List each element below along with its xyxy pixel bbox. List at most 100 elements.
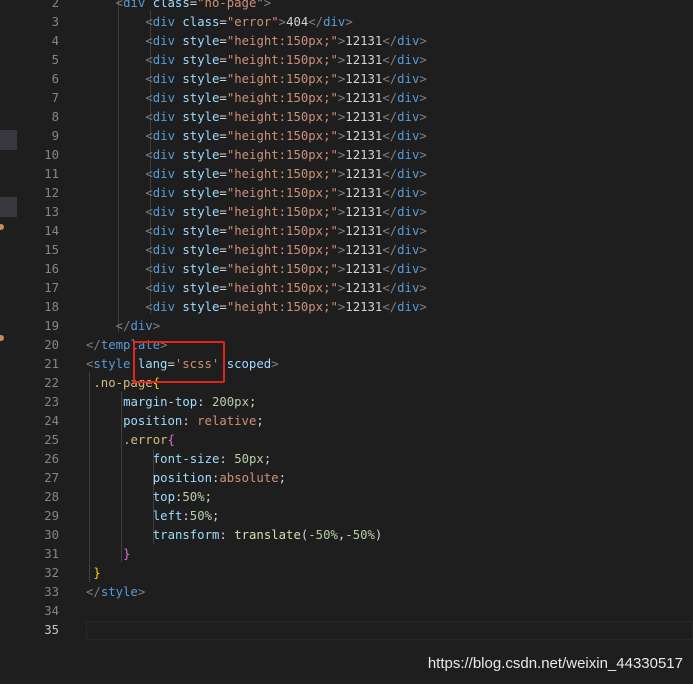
code-token: div	[397, 262, 420, 276]
code-token: >	[419, 243, 427, 257]
code-line[interactable]: 9 <div style="height:150px;">12131</div>	[17, 127, 693, 146]
code-token: style	[182, 34, 220, 48]
line-number: 29	[44, 509, 59, 523]
line-number: 34	[44, 604, 59, 618]
code-editor[interactable]: 2 <div class="no-page"> 3 <div class="error…	[17, 0, 693, 684]
code-token: -50%	[345, 528, 375, 542]
code-text: }	[123, 545, 130, 564]
code-token: div	[397, 72, 420, 86]
code-token: div	[152, 205, 175, 219]
code-token: style	[182, 281, 220, 295]
gutter-change-dot	[0, 224, 4, 230]
code-line[interactable]: 30 transform: translate(-50%,-50%)	[17, 526, 693, 545]
code-text: <div style="height:150px;">12131</div>	[145, 70, 426, 89]
code-token: </	[382, 300, 398, 314]
code-token: </	[382, 53, 398, 67]
code-token: ;	[278, 471, 287, 485]
code-line[interactable]: 29 left:50%;	[17, 507, 693, 526]
code-text: <div style="height:150px;">12131</div>	[145, 108, 426, 127]
code-token: <	[145, 243, 153, 257]
line-number: 28	[44, 490, 59, 504]
code-token: 12131	[345, 224, 383, 238]
code-line[interactable]: 32}	[17, 564, 693, 583]
code-token: "height:150px;"	[226, 91, 338, 105]
code-token: style	[93, 357, 131, 371]
code-line[interactable]: 28 top:50%;	[17, 488, 693, 507]
code-line[interactable]: 18 <div style="height:150px;">12131</div>	[17, 298, 693, 317]
code-line[interactable]: 5 <div style="height:150px;">12131</div>	[17, 51, 693, 70]
code-line[interactable]: 35	[17, 621, 693, 640]
code-line[interactable]: 3 <div class="error">404</div>	[17, 13, 693, 32]
code-token: style	[182, 167, 220, 181]
code-line[interactable]: 22 .no-page{	[17, 374, 693, 393]
gutter-selected-marker	[0, 197, 17, 217]
code-token: </	[382, 281, 398, 295]
code-token: =	[219, 34, 227, 48]
line-number: 30	[44, 528, 59, 542]
code-text: left:50%;	[153, 507, 220, 526]
code-line[interactable]: 26 font-size: 50px;	[17, 450, 693, 469]
code-token: "height:150px;"	[226, 34, 338, 48]
code-line[interactable]: 23 margin-top: 200px;	[17, 393, 693, 412]
code-token: =	[219, 148, 227, 162]
code-token: "height:150px;"	[226, 72, 338, 86]
code-token: "height:150px;"	[226, 224, 338, 238]
code-line[interactable]: 17 <div style="height:150px;">12131</div>	[17, 279, 693, 298]
code-line[interactable]: 6 <div style="height:150px;">12131</div>	[17, 70, 693, 89]
code-token: 12131	[345, 148, 383, 162]
code-token: "height:150px;"	[226, 53, 338, 67]
code-token: <	[145, 53, 153, 67]
code-token: 12131	[345, 91, 383, 105]
code-token: <	[145, 15, 153, 29]
code-token: )	[374, 528, 383, 542]
code-line[interactable]: 25 .error{	[17, 431, 693, 450]
code-line[interactable]: 33 </style>	[17, 583, 693, 602]
code-token: >	[419, 300, 427, 314]
code-line[interactable]: 4 <div style="height:150px;">12131</div>	[17, 32, 693, 51]
code-token: "error"	[226, 15, 279, 29]
code-token: >	[271, 357, 279, 371]
code-token: </	[382, 205, 398, 219]
code-line[interactable]: 13 <div style="height:150px;">12131</div>	[17, 203, 693, 222]
code-token: :	[182, 509, 190, 523]
line-number: 20	[44, 338, 59, 352]
code-line[interactable]: 20 </template>	[17, 336, 693, 355]
code-token: =	[219, 110, 227, 124]
code-line[interactable]: 12 <div style="height:150px;">12131</div>	[17, 184, 693, 203]
code-line[interactable]: 27 position:absolute;	[17, 469, 693, 488]
code-line[interactable]: 2 <div class="no-page">	[17, 0, 693, 13]
code-text: <div style="height:150px;">12131</div>	[145, 184, 426, 203]
code-line[interactable]: 19 </div>	[17, 317, 693, 336]
code-token: 12131	[345, 262, 383, 276]
code-line[interactable]: 8 <div style="height:150px;">12131</div>	[17, 108, 693, 127]
code-token: >	[137, 585, 146, 599]
code-token: >	[419, 110, 427, 124]
code-line[interactable]: 14 <div style="height:150px;">12131</div>	[17, 222, 693, 241]
code-line[interactable]: 11 <div style="height:150px;">12131</div>	[17, 165, 693, 184]
code-line[interactable]: 15 <div style="height:150px;">12131</div>	[17, 241, 693, 260]
code-line[interactable]: 24 position: relative;	[17, 412, 693, 431]
code-token: =	[219, 53, 227, 67]
line-number: 32	[44, 566, 59, 580]
code-token: div	[152, 53, 175, 67]
code-token: </	[382, 243, 398, 257]
code-line[interactable]: 31}	[17, 545, 693, 564]
line-number: 3	[51, 15, 59, 29]
code-token: div	[152, 91, 175, 105]
code-token: >	[419, 91, 427, 105]
code-line[interactable]: 7 <div style="height:150px;">12131</div>	[17, 89, 693, 108]
code-token: "height:150px;"	[226, 300, 338, 314]
code-token: 50%	[182, 490, 205, 504]
code-token: div	[152, 167, 175, 181]
code-token: div	[397, 167, 420, 181]
code-text: <div style="height:150px;">12131</div>	[145, 222, 426, 241]
code-line[interactable]: 16 <div style="height:150px;">12131</div>	[17, 260, 693, 279]
code-token: div	[397, 281, 420, 295]
code-token: >	[419, 262, 427, 276]
code-token: style	[182, 129, 220, 143]
code-line[interactable]: 10 <div style="height:150px;">12131</div>	[17, 146, 693, 165]
code-token: left	[152, 509, 183, 523]
code-token: 12131	[345, 243, 383, 257]
code-line[interactable]: 34	[17, 602, 693, 621]
code-line[interactable]: 21 <style lang='scss' scoped>	[17, 355, 693, 374]
